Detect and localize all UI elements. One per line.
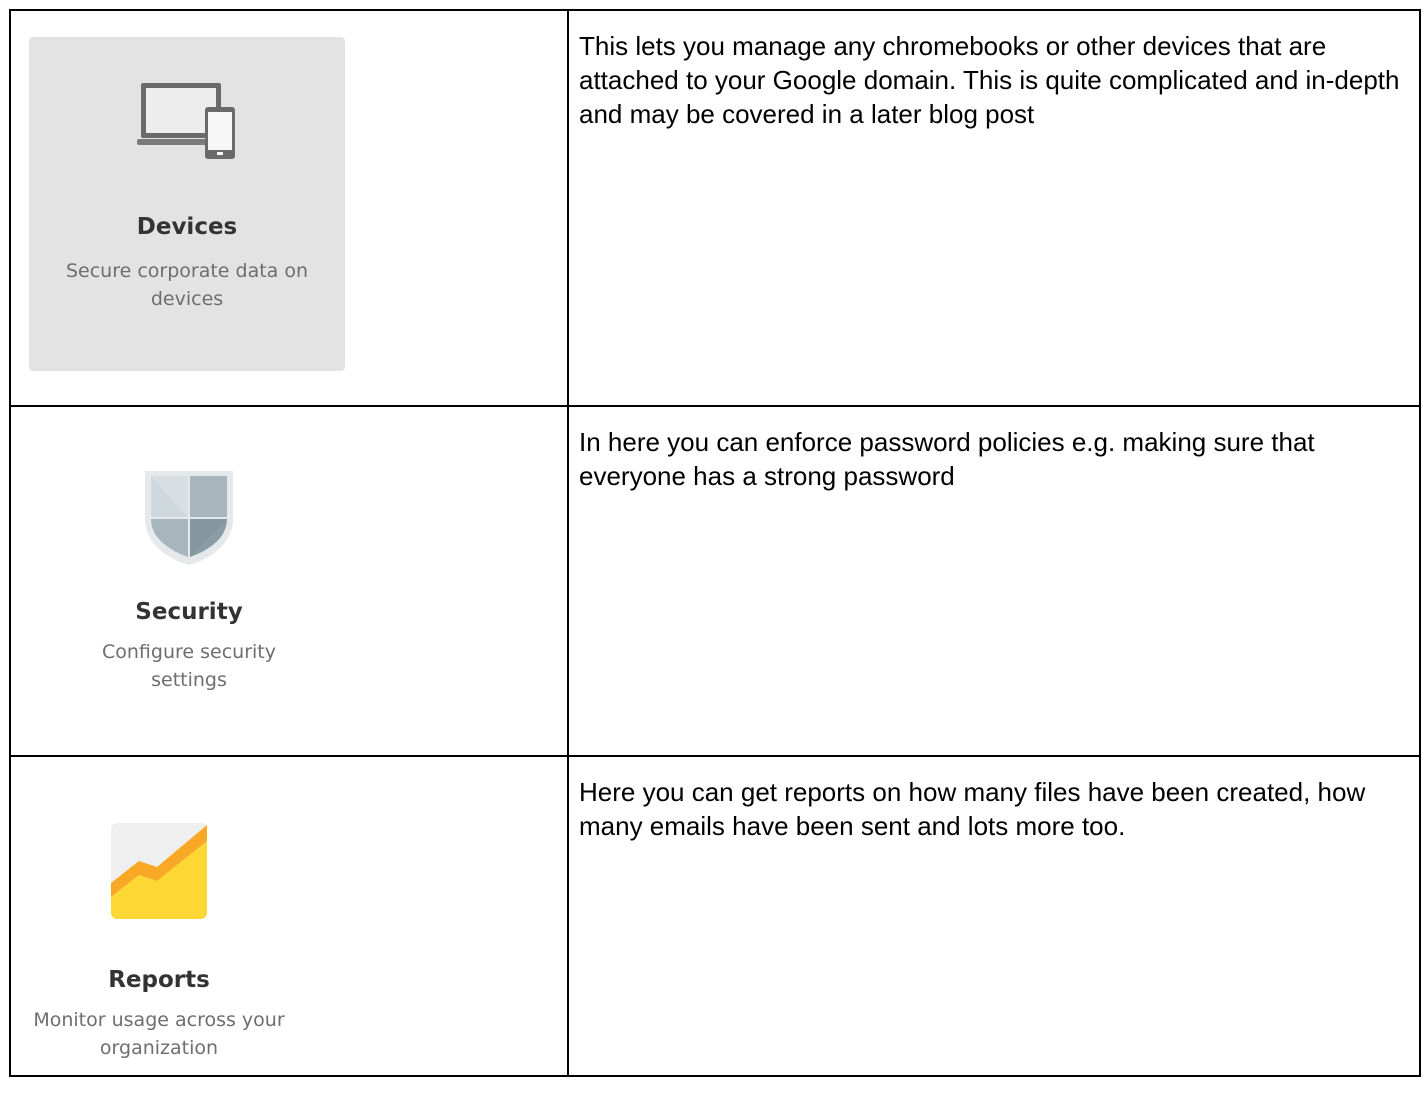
devices-title: Devices	[136, 214, 238, 240]
tile-cell: Security Configure security settings	[9, 405, 569, 759]
reports-chart-icon	[111, 823, 207, 919]
description-cell: Here you can get reports on how many fil…	[567, 755, 1421, 1077]
devices-icon	[137, 83, 235, 159]
tile-cell: Devices Secure corporate data on devices	[9, 9, 569, 407]
table-row: Devices Secure corporate data on devices…	[9, 9, 1421, 407]
table-row: Reports Monitor usage across your organi…	[9, 755, 1421, 1077]
security-description: Configure security settings	[102, 641, 276, 691]
devices-explanation: This lets you manage any chromebooks or …	[579, 31, 1400, 129]
description-cell: This lets you manage any chromebooks or …	[567, 9, 1421, 407]
admin-console-table: Devices Secure corporate data on devices…	[9, 9, 1421, 1077]
reports-explanation: Here you can get reports on how many fil…	[579, 777, 1366, 841]
security-title: Security	[135, 599, 243, 625]
tile-cell: Reports Monitor usage across your organi…	[9, 755, 569, 1077]
security-tile[interactable]: Security Configure security settings	[31, 425, 347, 759]
reports-tile[interactable]: Reports Monitor usage across your organi…	[1, 777, 317, 1111]
security-explanation: In here you can enforce password policie…	[579, 427, 1315, 491]
security-shield-icon	[145, 471, 233, 565]
description-cell: In here you can enforce password policie…	[567, 405, 1421, 757]
table-row: Security Configure security settings In …	[9, 405, 1421, 759]
devices-tile[interactable]: Devices Secure corporate data on devices	[29, 37, 345, 371]
reports-title: Reports	[108, 967, 210, 993]
devices-description: Secure corporate data on devices	[65, 260, 309, 310]
